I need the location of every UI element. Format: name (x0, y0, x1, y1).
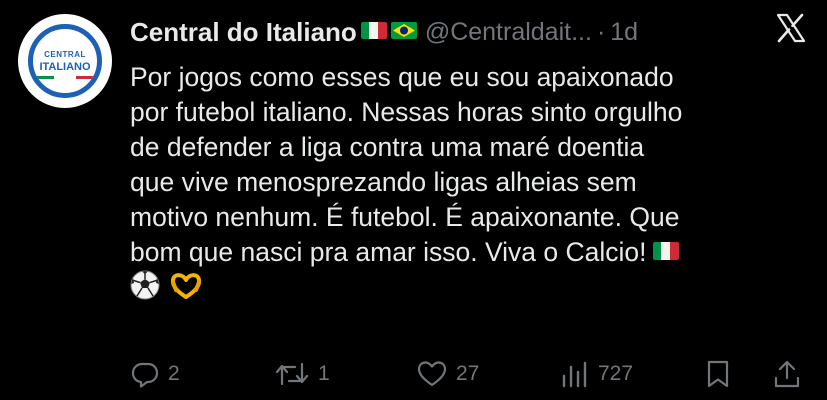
share-button[interactable] (772, 359, 802, 389)
avatar[interactable]: CENTRAL ITALIANO (18, 14, 112, 108)
avatar-stripe-red (75, 76, 97, 79)
tweet-actions: 2 1 27 727 (130, 356, 807, 392)
like-icon (417, 361, 447, 387)
tweet-text: Por jogos como esses que eu sou apaixona… (130, 62, 683, 267)
bookmark-button[interactable] (704, 359, 732, 389)
like-count: 27 (456, 362, 480, 385)
separator-dot: · (596, 17, 606, 46)
views-count: 727 (598, 362, 634, 385)
soccer-ball-icon (130, 270, 160, 309)
brazil-flag-icon (390, 21, 417, 39)
avatar-stripe-white (54, 76, 76, 79)
avatar-logo: CENTRAL ITALIANO (28, 24, 102, 98)
share-icon (774, 360, 800, 388)
views-button[interactable]: 727 (560, 359, 633, 389)
tweet-timestamp[interactable]: 1d (610, 18, 638, 47)
tweet-header: Central do Italiano @Centraldait... · 1d (130, 12, 807, 52)
avatar-text-main: ITALIANO (37, 60, 93, 73)
avatar-stripe-green (33, 76, 55, 79)
heart-hands-icon (170, 270, 202, 309)
x-logo-icon[interactable] (775, 12, 807, 44)
retweet-icon (275, 362, 309, 386)
like-button[interactable]: 27 (416, 359, 479, 389)
bookmark-icon (707, 360, 729, 388)
tweet-body: Por jogos como esses que eu sou apaixona… (130, 60, 810, 309)
reply-button[interactable]: 2 (130, 359, 180, 389)
retweet-button[interactable]: 1 (274, 359, 330, 389)
author-handle[interactable]: @Centraldait... (425, 18, 592, 47)
italy-flag-icon (360, 21, 387, 39)
avatar-text-top: CENTRAL (44, 49, 86, 59)
retweet-count: 1 (318, 362, 330, 385)
italy-flag-emoji-icon (652, 242, 679, 260)
author-name[interactable]: Central do Italiano (130, 17, 357, 48)
reply-icon (131, 362, 159, 388)
reply-count: 2 (168, 362, 180, 385)
views-icon (562, 361, 587, 388)
